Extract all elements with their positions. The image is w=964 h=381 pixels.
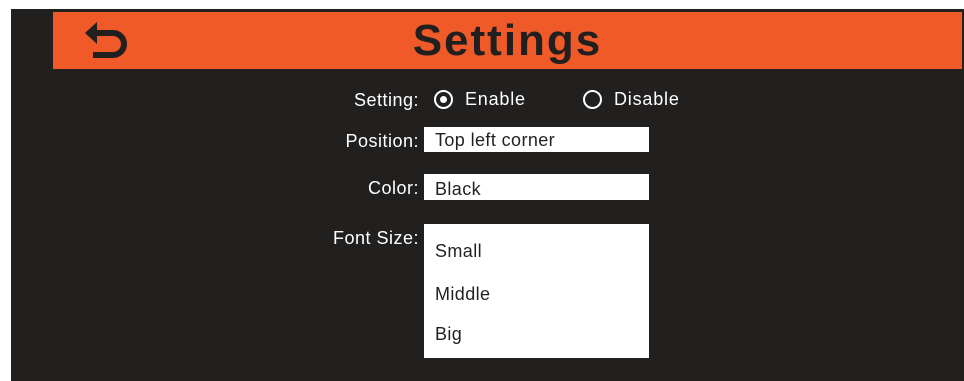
radio-enable-label: Enable [465,89,526,109]
radio-disable[interactable]: Disable [583,89,680,110]
setting-label: Setting: [353,90,419,110]
radio-unchecked-icon [583,90,602,109]
header-bar: Settings [53,12,962,69]
radio-enable[interactable]: Enable [434,89,526,110]
color-label: Color: [367,178,419,198]
position-field[interactable]: Top left corner [424,127,649,152]
position-label: Position: [345,131,419,151]
font-size-list: Small Middle Big [424,224,649,358]
settings-screen: Settings Setting: Enable Disable Positio… [11,9,964,381]
font-size-option-small[interactable]: Small [435,241,482,262]
page-title: Settings [412,16,603,65]
color-field[interactable]: Black [424,174,649,200]
radio-disable-label: Disable [614,89,680,109]
font-size-option-middle[interactable]: Middle [435,284,490,305]
back-arrow-icon [85,22,127,58]
font-size-label: Font Size: [332,228,419,248]
radio-checked-icon [434,90,453,109]
back-button[interactable] [83,20,137,64]
font-size-option-big[interactable]: Big [435,324,462,345]
